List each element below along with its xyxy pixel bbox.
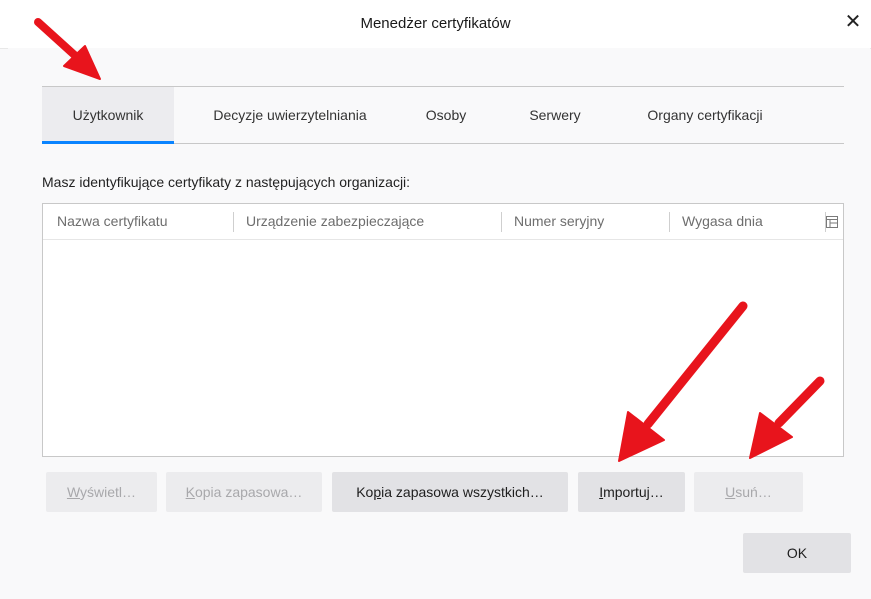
column-expires-on[interactable]: Wygasa dnia xyxy=(682,204,763,239)
import-label: mportuj… xyxy=(603,484,664,500)
column-security-device[interactable]: Urządzenie zabezpieczające xyxy=(246,204,424,239)
tab-authentication-decisions[interactable]: Decyzje uwierzytelniania xyxy=(187,87,393,143)
backup-button[interactable]: Kopia zapasowa… xyxy=(166,472,322,512)
title-bar: Menedżer certyfikatów ✕ xyxy=(0,0,871,49)
backup-all-accesskey: p xyxy=(373,484,382,500)
column-picker-icon[interactable] xyxy=(825,215,839,229)
column-separator[interactable] xyxy=(669,212,670,232)
column-certificate-name[interactable]: Nazwa certyfikatu xyxy=(57,204,167,239)
tab-strip: Użytkownik Decyzje uwierzytelniania Osob… xyxy=(42,86,844,144)
backup-all-label: ia zapasowa wszystkich… xyxy=(381,484,544,500)
delete-accesskey: U xyxy=(725,484,736,500)
dialog-title: Menedżer certyfikatów xyxy=(360,15,511,32)
backup-accesskey: K xyxy=(185,484,195,500)
column-serial-number[interactable]: Numer seryjny xyxy=(514,204,604,239)
ok-button[interactable]: OK xyxy=(743,533,851,573)
certificate-manager-dialog: Menedżer certyfikatów ✕ Użytkownik Decyz… xyxy=(0,0,871,599)
view-label: yświetl… xyxy=(80,484,137,500)
tab-people[interactable]: Osoby xyxy=(404,87,488,143)
backup-all-label-start: Ko xyxy=(356,484,374,500)
view-accesskey: W xyxy=(66,484,81,500)
column-separator[interactable] xyxy=(501,212,502,232)
tree-header: Nazwa certyfikatu Urządzenie zabezpiecza… xyxy=(43,204,843,240)
backup-all-button[interactable]: Kopia zapasowa wszystkich… xyxy=(332,472,568,512)
tab-authorities[interactable]: Organy certyfikacji xyxy=(620,87,790,143)
backup-label: opia zapasowa… xyxy=(194,484,303,500)
tab-user[interactable]: Użytkownik xyxy=(42,87,174,144)
view-button[interactable]: Wyświetl… xyxy=(46,472,157,512)
certificate-tree[interactable]: Nazwa certyfikatu Urządzenie zabezpiecza… xyxy=(42,203,844,457)
column-separator[interactable] xyxy=(233,212,234,232)
intro-text: Masz identyfikujące certyfikaty z następ… xyxy=(42,174,411,190)
delete-label: suń… xyxy=(735,484,772,500)
tab-servers[interactable]: Serwery xyxy=(510,87,600,143)
close-icon[interactable]: ✕ xyxy=(841,10,865,34)
delete-button[interactable]: Usuń… xyxy=(694,472,803,512)
import-button[interactable]: Importuj… xyxy=(578,472,685,512)
